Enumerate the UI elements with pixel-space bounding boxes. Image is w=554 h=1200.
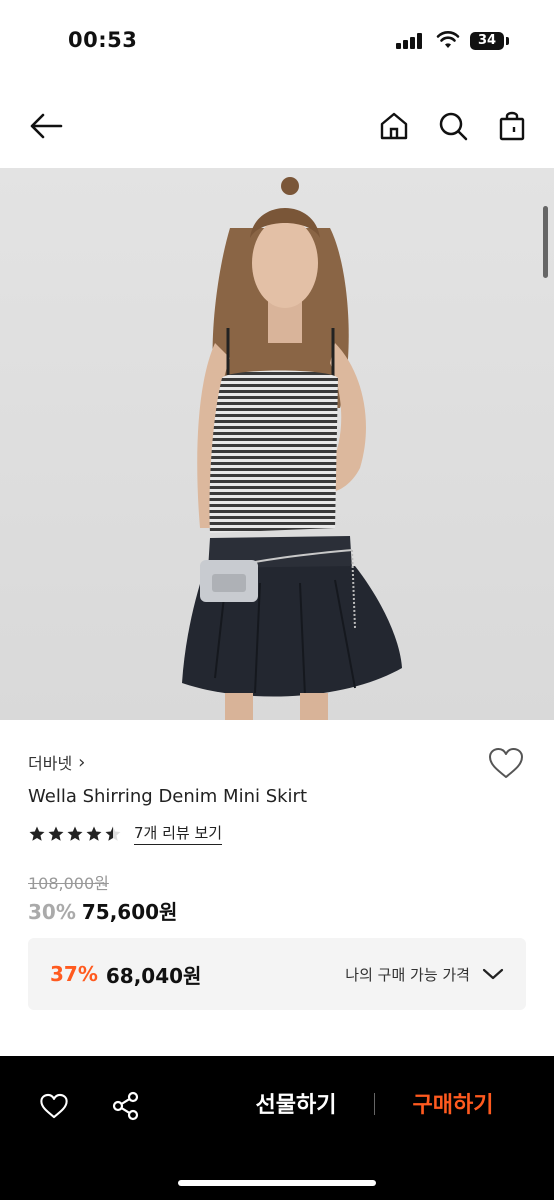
star-filled-icon xyxy=(29,826,45,841)
star-half-icon xyxy=(105,826,121,841)
chevron-right-icon: › xyxy=(78,751,86,773)
arrow-left-icon xyxy=(30,113,63,139)
product-image[interactable] xyxy=(0,168,554,720)
search-button[interactable] xyxy=(431,104,475,148)
image-scroll-indicator xyxy=(543,206,548,278)
member-price-label: 나의 구매 가능 가격 xyxy=(345,965,470,984)
sale-price: 75,600원 xyxy=(81,900,178,924)
shopping-bag-icon xyxy=(499,111,525,141)
bottom-action-bar: 선물하기 구매하기 xyxy=(0,1056,554,1200)
star-filled-icon xyxy=(67,826,83,841)
cellular-signal-icon xyxy=(396,33,426,49)
battery-indicator: 34 xyxy=(470,32,504,50)
product-title: Wella Shirring Denim Mini Skirt xyxy=(28,786,308,807)
brand-name: 더바넷 xyxy=(28,754,73,773)
wishlist-button[interactable] xyxy=(486,744,526,784)
bottom-bar-divider xyxy=(374,1093,375,1115)
member-price: 68,040원 xyxy=(105,963,202,988)
sale-price-row: 30% 75,600원 xyxy=(28,896,177,925)
search-icon xyxy=(439,112,468,141)
back-button[interactable] xyxy=(24,104,68,148)
battery-tip xyxy=(506,37,509,45)
member-price-dropdown[interactable]: 37% 68,040원 나의 구매 가능 가격 xyxy=(28,938,526,1010)
home-button[interactable] xyxy=(372,104,416,148)
gift-button[interactable]: 선물하기 xyxy=(236,1086,356,1126)
heart-icon xyxy=(489,748,523,778)
brand-link[interactable]: 더바넷 › xyxy=(28,750,85,774)
chevron-down-icon xyxy=(482,968,504,980)
home-indicator xyxy=(178,1180,376,1186)
buy-button[interactable]: 구매하기 xyxy=(394,1086,512,1126)
status-time: 00:53 xyxy=(68,28,138,52)
star-filled-icon xyxy=(86,826,102,841)
star-filled-icon xyxy=(48,826,64,841)
rating-stars xyxy=(28,825,122,843)
status-bar: 00:53 34 xyxy=(0,0,554,84)
like-button[interactable] xyxy=(34,1086,74,1126)
share-button[interactable] xyxy=(106,1086,146,1126)
review-link[interactable]: 7개 리뷰 보기 xyxy=(134,822,223,845)
discount-rate: 30% xyxy=(28,900,76,924)
home-icon xyxy=(380,112,408,140)
member-discount-rate: 37% xyxy=(50,962,98,986)
heart-icon xyxy=(40,1093,68,1119)
rating-row: 7개 리뷰 보기 xyxy=(28,822,223,845)
nav-bar xyxy=(0,84,554,168)
share-icon xyxy=(112,1091,139,1121)
original-price: 108,000원 xyxy=(28,874,109,893)
product-photo-illustration xyxy=(182,177,402,720)
cart-button[interactable] xyxy=(490,104,534,148)
wifi-icon xyxy=(436,31,460,48)
